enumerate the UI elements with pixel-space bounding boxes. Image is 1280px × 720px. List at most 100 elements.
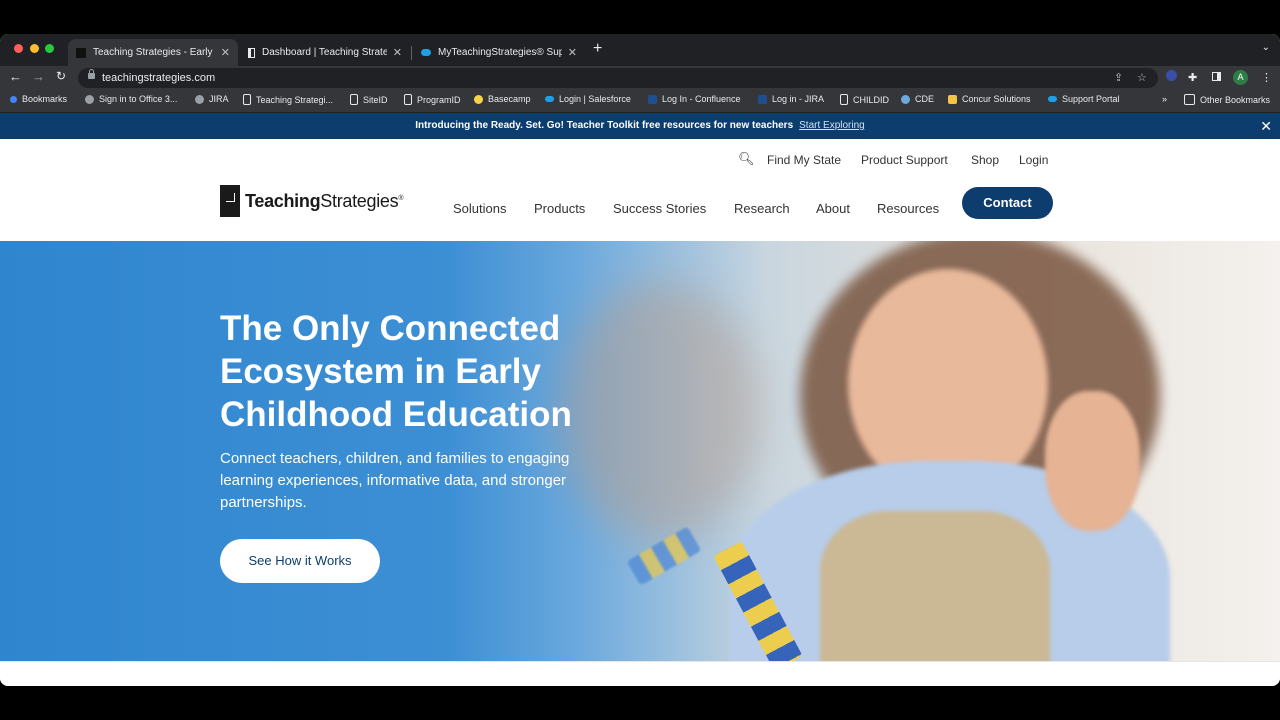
close-window-button[interactable] [14,44,23,53]
basecamp-icon [474,94,483,104]
contact-button[interactable]: Contact [962,187,1053,219]
bookmarks-overflow-button[interactable]: » [1162,94,1167,104]
maximize-window-button[interactable] [45,44,54,53]
nav-resources[interactable]: Resources [877,201,939,216]
tab-search-chevron-icon[interactable]: ⌄ [1262,42,1270,53]
nav-success-stories[interactable]: Success Stories [613,201,706,216]
back-arrow-icon[interactable]: ← [9,69,22,84]
logo-registered-mark: ® [398,194,404,202]
close-tab-icon[interactable]: ✕ [221,46,230,59]
close-icon[interactable]: ✕ [1260,113,1272,139]
share-icon[interactable]: ⇪ [1114,71,1123,84]
nav-research[interactable]: Research [734,201,790,216]
salesforce-cloud-icon [545,96,554,102]
announcement-text: Introducing the Ready. Set. Go! Teacher … [415,120,794,131]
browser-toolbar: ← → ↻ teachingstrategies.com ⇪ ☆ ✚ ⋮ [0,66,1280,90]
tab-title: Dashboard | Teaching Strategi [262,47,387,58]
bookmark-label: Support Portal [1062,94,1120,104]
address-bar[interactable]: teachingstrategies.com ⇪ ☆ [78,68,1158,88]
announcement-bar: Introducing the Ready. Set. Go! Teacher … [0,113,1280,139]
profile-avatar[interactable]: A [1233,70,1248,85]
tab-separator [411,46,412,60]
shop-link[interactable]: Shop [971,153,999,167]
tab-title: MyTeachingStrategies® Suppo [438,47,562,58]
hero-subtitle: Connect teachers, children, and families… [220,450,570,511]
bookmark-concur[interactable]: Concur Solutions [948,94,1031,104]
bookmark-label: Teaching Strategi... [256,94,334,105]
bookmark-label: Other Bookmarks [1200,94,1271,105]
nav-solutions[interactable]: Solutions [453,201,506,216]
folder-icon [1184,94,1195,105]
hero-section: The Only Connected Ecosystem in Early Ch… [0,241,1280,661]
find-my-state-link[interactable]: Find My State [767,153,841,167]
bookmark-label: SiteID [363,94,388,105]
site-header: 🔍︎ Find My State Product Support Shop Lo… [0,139,1280,241]
login-link[interactable]: Login [1019,153,1048,167]
document-icon [350,94,358,105]
logo-door-icon [220,185,240,217]
minimize-window-button[interactable] [30,44,39,53]
document-icon [243,94,251,105]
new-tab-plus-icon[interactable]: + [593,40,602,58]
bookmark-label: Concur Solutions [962,94,1031,104]
tab-title: Teaching Strategies - Early Ch [93,47,215,58]
menu-kebab-icon[interactable]: ⋮ [1261,71,1272,84]
salesforce-cloud-icon [421,49,431,56]
page-content-below-hero [0,661,1280,686]
tab-dashboard[interactable]: Dashboard | Teaching Strategi ✕ [240,39,410,66]
bookmark-salesforce[interactable]: Login | Salesforce [545,94,631,104]
product-support-link[interactable]: Product Support [861,153,948,167]
reload-icon[interactable]: ↻ [56,69,66,83]
star-icon [10,95,17,103]
search-icon[interactable]: 🔍︎ [738,151,755,167]
tab-teaching-strategies[interactable]: Teaching Strategies - Early Ch ✕ [68,39,238,66]
tab-support[interactable]: MyTeachingStrategies® Suppo ✕ [413,39,585,66]
side-panel-icon[interactable] [1212,72,1221,81]
extensions-puzzle-icon[interactable]: ✚ [1188,71,1197,84]
start-exploring-link[interactable]: Start Exploring [799,120,865,131]
confluence-icon [648,94,657,104]
other-bookmarks[interactable]: Other Bookmarks [1184,94,1270,105]
forward-arrow-icon[interactable]: → [32,69,45,84]
salesforce-cloud-icon [1048,96,1057,102]
bookmark-jira-login[interactable]: Log in - JIRA [758,94,824,104]
teaching-strategies-logo[interactable]: TeachingStrategies® [220,185,403,217]
bookmark-label: ProgramID [417,94,461,105]
bookmark-support-portal[interactable]: Support Portal [1048,94,1120,104]
bookmark-label: JIRA [209,94,229,104]
child-hand [1045,391,1140,531]
browser-window: Teaching Strategies - Early Ch ✕ Dashboa… [0,34,1280,686]
bookmark-siteid[interactable]: SiteID [350,94,388,105]
bookmark-jira[interactable]: JIRA [195,94,229,104]
bookmark-office[interactable]: Sign in to Office 3... [85,94,177,104]
document-icon [404,94,412,105]
bookmark-cde[interactable]: CDE [901,94,934,104]
bookmark-programid[interactable]: ProgramID [404,94,461,105]
bookmarks-bar: Bookmarks Sign in to Office 3... JIRA Te… [0,90,1280,113]
close-tab-icon[interactable]: ✕ [393,46,402,59]
nav-products[interactable]: Products [534,201,585,216]
extension-shield-icon[interactable] [1166,70,1177,81]
bookmark-basecamp[interactable]: Basecamp [474,94,531,104]
bookmark-bookmarks[interactable]: Bookmarks [10,94,67,104]
nav-about[interactable]: About [816,201,850,216]
bookmark-label: Login | Salesforce [559,94,631,104]
globe-icon [195,94,204,104]
bookmark-confluence[interactable]: Log In - Confluence [648,94,741,104]
close-tab-icon[interactable]: ✕ [568,46,577,59]
bookmark-label: Sign in to Office 3... [99,94,178,104]
document-icon [840,94,848,105]
bookmark-label: Log in - JIRA [772,94,825,104]
child-apron [820,511,1050,661]
logo-text-bold: Teaching [245,190,321,211]
hero-title: The Only Connected Ecosystem in Early Ch… [220,309,572,434]
bookmark-teaching-strategies[interactable]: Teaching Strategi... [243,94,333,105]
concur-icon [948,94,957,104]
logo-text: TeachingStrategies® [245,191,403,212]
see-how-it-works-button[interactable]: See How it Works [220,539,380,583]
bookmark-label: Basecamp [488,94,531,104]
bookmark-star-icon[interactable]: ☆ [1137,71,1147,84]
url-text: teachingstrategies.com [102,72,216,84]
cde-icon [901,94,910,104]
bookmark-childid[interactable]: CHILDID [840,94,889,105]
